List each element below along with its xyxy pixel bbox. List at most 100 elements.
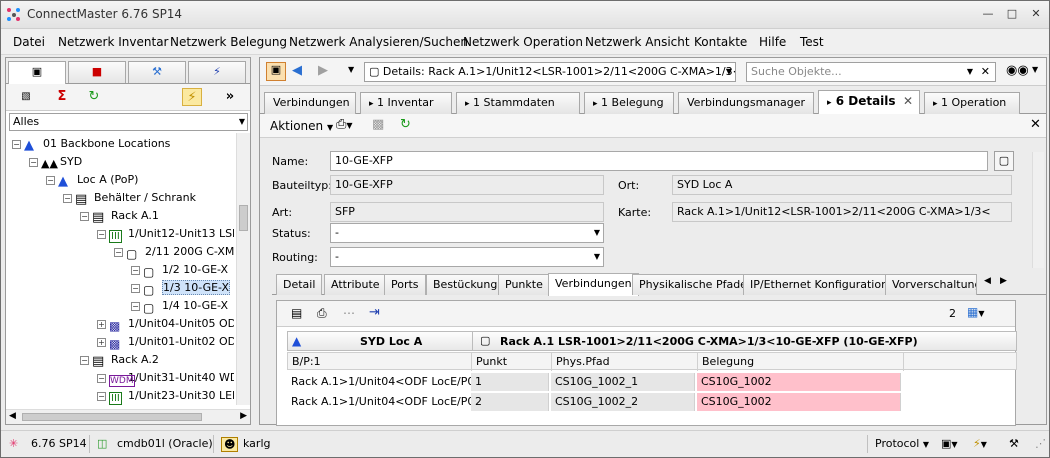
tree-node[interactable]: + ▩ 1/Unit01-Unit02 ODF [97,333,234,351]
tree-node[interactable]: − ▢ 2/11 200G C-XM [114,243,234,261]
expand-toggle-icon[interactable]: − [29,157,38,167]
menu-netzwerk-inventar[interactable]: Netzwerk Inventar [58,35,168,49]
tree-node[interactable]: − III 1/Unit12-Unit13 LSR [97,225,234,243]
tools-icon[interactable]: ⚒ [1009,437,1019,450]
tree-node[interactable]: − ▤ Rack A.1 [80,207,159,225]
table-row[interactable]: Rack A.1>1/Unit04<ODF LocE/P009 2 CS10G_… [287,393,1017,412]
menu-datei[interactable]: Datei [13,35,45,49]
tab-stammdaten[interactable]: ▸ 1 Stammdaten [456,92,580,114]
highlight-icon[interactable]: ⚡▼ [973,437,987,450]
tab-tree-view[interactable]: ▣ [8,61,66,85]
status-select[interactable]: - ▼ [330,223,604,243]
resize-grip-icon[interactable]: ⋰ [1035,437,1046,450]
filter-select[interactable]: Alles ▼ [9,113,248,131]
tab-operation[interactable]: ▸ 1 Operation [924,92,1020,114]
expand-toggle-icon[interactable]: − [97,391,106,401]
menu-test[interactable]: Test [800,35,824,49]
print-icon[interactable]: ⎙▼ [336,117,353,132]
expand-toggle-icon[interactable]: − [97,229,106,239]
subtab-detail[interactable]: Detail [276,274,323,295]
tree-node[interactable]: − ▲▲ SYD [29,153,82,171]
tab-connections[interactable]: ⚡ [188,61,246,83]
grid-options-icon[interactable]: ▦▼ [967,305,985,319]
expand-toggle-icon[interactable]: − [63,193,72,203]
history-dropdown-icon[interactable]: ▼ [348,65,354,74]
window-icon[interactable]: ▣ [266,62,286,81]
link-icon[interactable]: ⋯ [343,306,355,320]
refresh-icon[interactable]: ↻ [84,88,104,106]
menu-netzwerk-ansicht[interactable]: Netzwerk Ansicht [585,35,690,49]
expand-toggle-icon[interactable]: + [97,337,106,347]
tab-verbindungsmanager[interactable]: Verbindungsmanager [678,92,814,114]
tree-node[interactable]: − ▲ Loc A (PoP) [46,171,138,189]
close-panel-icon[interactable]: ✕ [1030,117,1041,132]
tab-tools[interactable]: ⚒ [128,61,186,83]
tab-verbindungen[interactable]: Verbindungen [264,92,356,114]
tree-vertical-scrollbar[interactable] [236,133,250,405]
menu-netzwerk-operation[interactable]: Netzwerk Operation [463,35,583,49]
expand-toggle-icon[interactable]: − [131,283,140,293]
menu-kontakte[interactable]: Kontakte [694,35,747,49]
table-row[interactable]: Rack A.1>1/Unit04<ODF LocE/P008 1 CS10G_… [287,373,1017,392]
goto-icon[interactable]: ⇥ [369,305,380,320]
expand-toggle-icon[interactable]: − [114,247,123,257]
col-belegung[interactable]: Belegung [698,353,904,371]
layout-icon[interactable]: ▧ [16,88,36,106]
expand-toggle-icon[interactable]: − [131,301,140,311]
actions-menu[interactable]: Aktionen ▼ [270,119,333,133]
subtab-physikalische-pfade[interactable]: Physikalische Pfade [632,274,754,295]
highlight-icon[interactable]: ⚡ [182,88,202,106]
tree-node[interactable]: − ▢ 1/3 10-GE-X [131,279,230,297]
location-combo[interactable]: ▢ Details: Rack A.1>1/Unit12<LSR-1001>2/… [364,62,736,82]
binoculars-icon[interactable]: ◉◉ [1006,63,1029,78]
menu-hilfe[interactable]: Hilfe [759,35,786,49]
scroll-tabs-left-icon[interactable]: ◀ [984,276,991,286]
menu-netzwerk-analysieren[interactable]: Netzwerk Analysieren/Suchen [289,35,468,49]
component-link-icon[interactable]: ▢ [994,151,1014,171]
back-icon[interactable]: ◀ [292,63,302,78]
expand-toggle-icon[interactable]: − [46,175,55,185]
forward-icon[interactable]: ▶ [318,63,328,78]
col-phys-pfad[interactable]: Phys.Pfad [552,353,698,371]
tree-node[interactable]: − WDM1/Unit31-Unit40 WD [97,369,234,387]
expand-toggle-icon[interactable]: − [12,139,21,149]
subtab-ports[interactable]: Ports [384,274,426,295]
name-field[interactable]: 10-GE-XFP [330,151,988,171]
expand-toggle-icon[interactable]: − [80,355,89,365]
col-bp[interactable]: B/P:1 [288,353,472,371]
close-tab-icon[interactable]: ✕ [903,91,913,111]
col-punkt[interactable]: Punkt [472,353,552,371]
tree-horizontal-scrollbar[interactable]: ◀ ▶ [6,409,250,424]
menu-netzwerk-belegung[interactable]: Netzwerk Belegung [170,35,287,49]
scroll-tabs-right-icon[interactable]: ▶ [1000,276,1007,286]
subtab-vorverschaltung[interactable]: Vorverschaltung [885,274,977,295]
expand-toggle-icon[interactable]: − [97,373,106,383]
save-icon[interactable]: ▩ [372,117,384,132]
tree-node[interactable]: − ▲ 01 Backbone Locations [12,135,170,153]
layout-icon[interactable]: ▤ [291,306,302,320]
expand-toggle-icon[interactable]: − [80,211,89,221]
routing-select[interactable]: - ▼ [330,247,604,267]
refresh-icon[interactable]: ↻ [400,117,411,132]
tab-details[interactable]: ▸ 6 Details ✕ [818,90,920,115]
tree-node[interactable]: − III 1/Unit23-Unit30 LER [97,387,234,405]
subtab-attribute[interactable]: Attribute [324,274,387,295]
tree-node[interactable]: + ▩ 1/Unit04-Unit05 ODF [97,315,234,333]
search-dropdown-icon[interactable]: ▼ [1032,65,1038,74]
panel-layout-icon[interactable]: ▣▼ [941,437,958,450]
subtab-bestueckung[interactable]: Bestückung [426,274,505,295]
tree-node[interactable]: − ▤ Behälter / Schrank [63,189,196,207]
tree-node[interactable]: − ▢ 1/4 10-GE-X [131,297,228,315]
form-scrollbar[interactable] [1032,152,1044,268]
subtab-ip-ethernet[interactable]: IP/Ethernet Konfiguration [743,274,896,295]
tab-inventar[interactable]: ▸ 1 Inventar [360,92,452,114]
expand-toggle-icon[interactable]: + [97,319,106,329]
tree-node[interactable]: − ▢ 1/2 10-GE-X [131,261,228,279]
tab-inventory[interactable]: ■ [68,61,126,83]
tree-node[interactable]: − ▤ Rack A.2 [80,351,159,369]
protocol-menu[interactable]: Protocol ▼ [875,437,929,450]
clear-search-icon[interactable]: ✕ [981,63,990,81]
tab-belegung[interactable]: ▸ 1 Belegung [584,92,674,114]
more-icon[interactable]: » [220,88,240,106]
maximize-button[interactable]: □ [1001,5,1023,23]
